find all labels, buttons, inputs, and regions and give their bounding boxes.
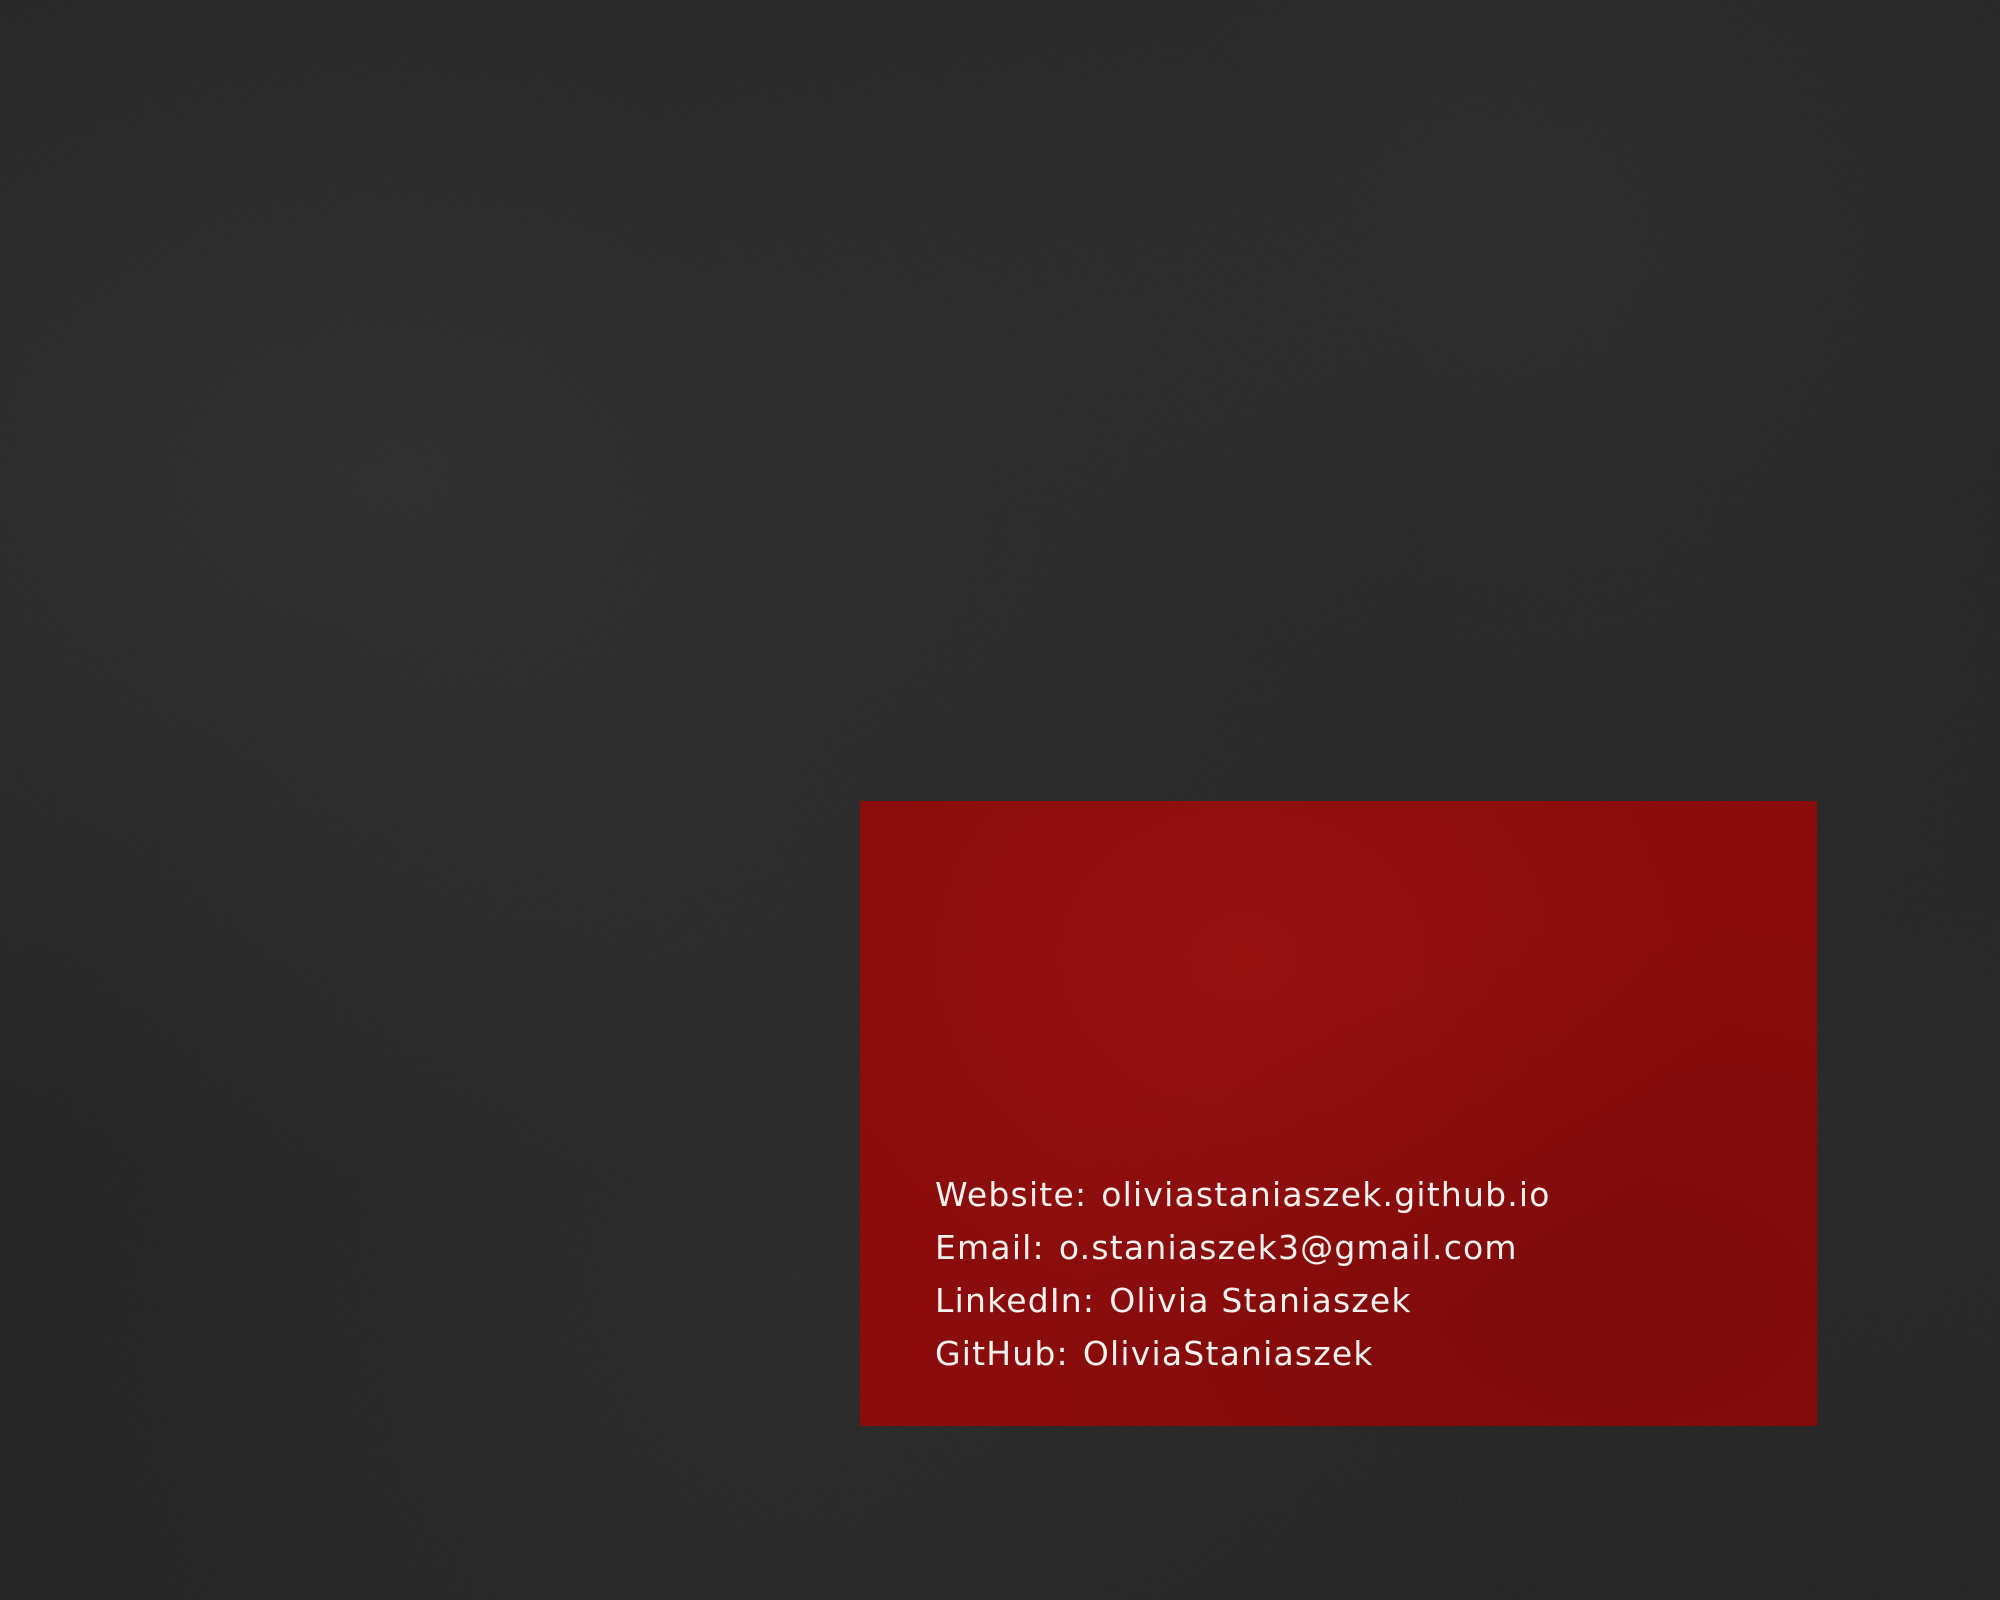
linkedin-link[interactable]: Olivia Staniaszek xyxy=(1109,1281,1411,1320)
github-link[interactable]: OliviaStaniaszek xyxy=(1083,1334,1374,1373)
website-link[interactable]: oliviastaniaszek.github.io xyxy=(1101,1175,1550,1214)
contact-linkedin: LinkedIn: Olivia Staniaszek xyxy=(935,1274,1551,1327)
linkedin-label: LinkedIn: xyxy=(935,1281,1096,1320)
contact-list: Website: oliviastaniaszek.github.io Email… xyxy=(935,1168,1551,1380)
contact-website: Website: oliviastaniaszek.github.io xyxy=(935,1168,1551,1221)
contact-github: GitHub: OliviaStaniaszek xyxy=(935,1327,1551,1380)
email-link[interactable]: o.staniaszek3@gmail.com xyxy=(1059,1228,1518,1267)
contact-email: Email: o.staniaszek3@gmail.com xyxy=(935,1221,1551,1274)
github-label: GitHub: xyxy=(935,1334,1069,1373)
email-label: Email: xyxy=(935,1228,1045,1267)
contact-card: Website: oliviastaniaszek.github.io Email… xyxy=(860,801,1817,1426)
website-label: Website: xyxy=(935,1175,1088,1214)
